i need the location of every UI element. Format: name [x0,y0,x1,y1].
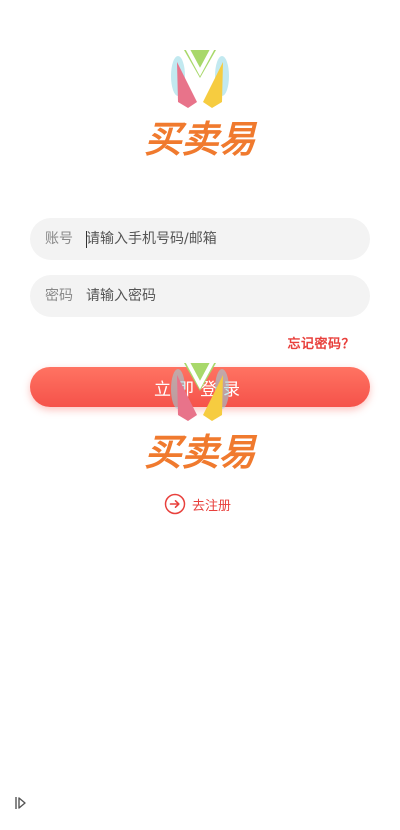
password-label: 密码 [45,288,73,304]
arrow-right-circle-icon [164,493,186,515]
forgot-password-link[interactable]: 忘记密码？ [287,333,355,352]
brand-logo-secondary: 买卖易 [130,353,270,473]
password-field: 密码 [30,275,370,317]
svg-text:买卖易: 买卖易 [145,431,258,473]
svg-text:买卖易: 买卖易 [145,118,258,160]
register-link[interactable]: 去注册 [164,493,231,515]
text-caret [86,231,87,248]
brand-logo: 买卖易 [130,40,270,160]
account-input[interactable] [86,218,356,260]
register-label: 去注册 [192,498,232,514]
account-field: 账号 [30,218,370,260]
expand-arrow-icon[interactable] [14,796,28,810]
password-input[interactable] [86,275,356,317]
account-label: 账号 [45,231,73,247]
